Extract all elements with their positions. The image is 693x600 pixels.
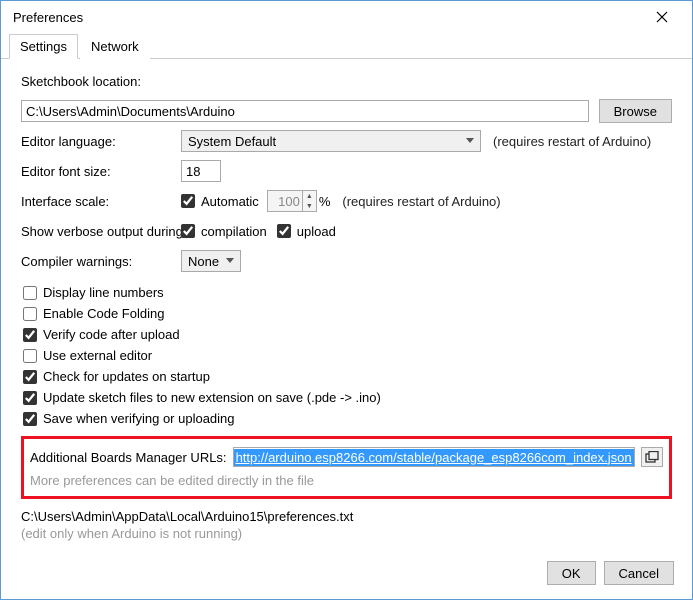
scale-percent-input: [268, 191, 302, 211]
prefs-file-path: C:\Users\Admin\AppData\Local\Arduino15\p…: [21, 509, 672, 524]
verify-after-upload-checkbox[interactable]: Verify code after upload: [23, 327, 180, 342]
sketchbook-label: Sketchbook location:: [21, 74, 141, 89]
verbose-label: Show verbose output during:: [21, 224, 181, 239]
dialog-footer: OK Cancel: [1, 551, 692, 599]
automatic-scale-input[interactable]: [181, 194, 195, 208]
display-line-numbers-text: Display line numbers: [43, 285, 164, 300]
ok-button[interactable]: OK: [547, 561, 596, 585]
highlighted-region: Additional Boards Manager URLs: http://a…: [21, 436, 672, 499]
window-icon: [645, 451, 659, 463]
tab-network[interactable]: Network: [80, 34, 150, 59]
boards-url-value: http://arduino.esp8266.com/stable/packag…: [234, 449, 634, 466]
verify-after-upload-input[interactable]: [23, 328, 37, 342]
verify-after-upload-text: Verify code after upload: [43, 327, 180, 342]
automatic-scale-checkbox[interactable]: Automatic: [181, 194, 259, 209]
save-on-verify-input[interactable]: [23, 412, 37, 426]
compilation-checkbox[interactable]: compilation: [181, 224, 267, 239]
scale-percent-spinner[interactable]: ▲▼: [267, 190, 317, 212]
close-button[interactable]: [642, 3, 682, 31]
upload-input[interactable]: [277, 224, 291, 238]
display-line-numbers-checkbox[interactable]: Display line numbers: [23, 285, 164, 300]
use-external-editor-checkbox[interactable]: Use external editor: [23, 348, 152, 363]
prefs-edit-note: (edit only when Arduino is not running): [21, 526, 672, 541]
editor-font-label: Editor font size:: [21, 164, 181, 179]
upload-checkbox[interactable]: upload: [277, 224, 336, 239]
preferences-window: Preferences Settings Network Sketchbook …: [0, 0, 693, 600]
update-sketch-ext-checkbox[interactable]: Update sketch files to new extension on …: [23, 390, 381, 405]
automatic-scale-text: Automatic: [201, 194, 259, 209]
chevron-down-icon: [466, 138, 474, 143]
close-icon: [656, 11, 668, 23]
display-line-numbers-input[interactable]: [23, 286, 37, 300]
interface-scale-hint: (requires restart of Arduino): [342, 194, 500, 209]
compiler-warnings-value: None: [188, 254, 219, 269]
boards-url-input[interactable]: http://arduino.esp8266.com/stable/packag…: [233, 447, 635, 467]
boards-url-expand-button[interactable]: [641, 447, 663, 467]
upload-text: upload: [297, 224, 336, 239]
editor-font-input[interactable]: [181, 160, 221, 182]
save-on-verify-checkbox[interactable]: Save when verifying or uploading: [23, 411, 235, 426]
interface-scale-label: Interface scale:: [21, 194, 181, 209]
spinner-down-icon[interactable]: ▼: [303, 201, 316, 211]
use-external-editor-input[interactable]: [23, 349, 37, 363]
tab-bar: Settings Network: [1, 33, 692, 59]
check-updates-input[interactable]: [23, 370, 37, 384]
titlebar: Preferences: [1, 1, 692, 33]
spinner-up-icon[interactable]: ▲: [303, 191, 316, 201]
browse-button[interactable]: Browse: [599, 99, 672, 123]
compiler-warnings-select[interactable]: None: [181, 250, 241, 272]
update-sketch-ext-input[interactable]: [23, 391, 37, 405]
enable-code-folding-text: Enable Code Folding: [43, 306, 164, 321]
chevron-down-icon: [226, 258, 234, 263]
percent-suffix: %: [319, 194, 331, 209]
editor-language-select[interactable]: System Default: [181, 130, 481, 152]
save-on-verify-text: Save when verifying or uploading: [43, 411, 235, 426]
window-title: Preferences: [13, 10, 83, 25]
cancel-button[interactable]: Cancel: [604, 561, 674, 585]
boards-url-label: Additional Boards Manager URLs:: [30, 450, 227, 465]
more-prefs-note: More preferences can be edited directly …: [30, 473, 663, 488]
compilation-input[interactable]: [181, 224, 195, 238]
sketchbook-path-input[interactable]: [21, 100, 589, 122]
compiler-warnings-label: Compiler warnings:: [21, 254, 181, 269]
compilation-text: compilation: [201, 224, 267, 239]
check-updates-text: Check for updates on startup: [43, 369, 210, 384]
editor-language-label: Editor language:: [21, 134, 181, 149]
tab-settings[interactable]: Settings: [9, 34, 78, 59]
enable-code-folding-checkbox[interactable]: Enable Code Folding: [23, 306, 164, 321]
editor-language-value: System Default: [188, 134, 276, 149]
enable-code-folding-input[interactable]: [23, 307, 37, 321]
settings-panel: Sketchbook location: Browse Editor langu…: [1, 59, 692, 551]
editor-language-hint: (requires restart of Arduino): [493, 134, 651, 149]
check-updates-checkbox[interactable]: Check for updates on startup: [23, 369, 210, 384]
update-sketch-ext-text: Update sketch files to new extension on …: [43, 390, 381, 405]
use-external-editor-text: Use external editor: [43, 348, 152, 363]
